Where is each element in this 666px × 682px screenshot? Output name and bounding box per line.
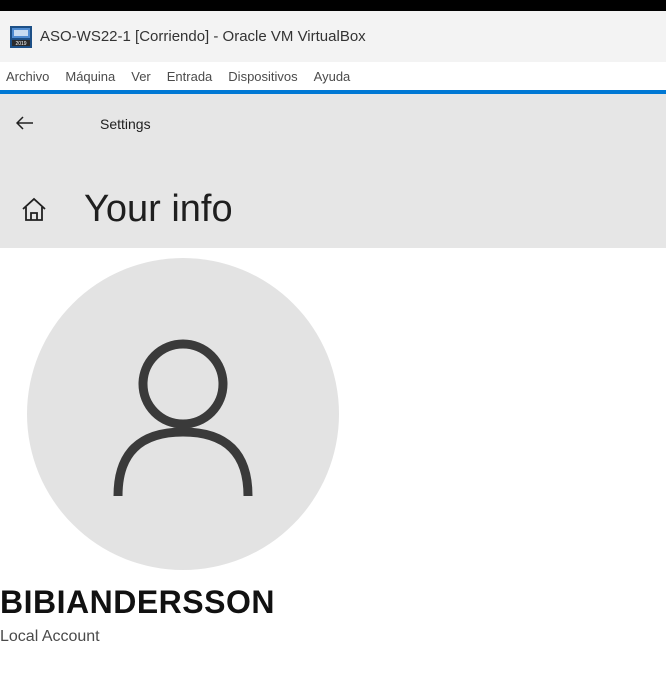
user-name: BIBIANDERSSON (0, 584, 275, 620)
home-icon[interactable] (20, 196, 48, 224)
menu-ayuda[interactable]: Ayuda (314, 69, 351, 84)
settings-app-label: Settings (100, 116, 151, 132)
person-icon (113, 339, 253, 497)
account-type: Local Account (0, 628, 100, 645)
window-titlebar[interactable]: 2019 ASO-WS22-1 [Corriendo] - Oracle VM … (0, 0, 666, 62)
menubar: Archivo Máquina Ver Entrada Dispositivos… (0, 62, 666, 90)
menu-ver[interactable]: Ver (131, 69, 151, 84)
settings-header: Settings Your info (0, 94, 666, 248)
menu-archivo[interactable]: Archivo (6, 69, 49, 84)
page-title: Your info (84, 188, 233, 230)
virtualbox-icon: 2019 (10, 25, 32, 48)
svg-text:2019: 2019 (15, 41, 26, 47)
window-title: ASO-WS22-1 [Corriendo] - Oracle VM Virtu… (40, 28, 366, 45)
back-button[interactable] (12, 110, 38, 136)
menu-maquina[interactable]: Máquina (65, 69, 115, 84)
menu-entrada[interactable]: Entrada (167, 69, 213, 84)
menu-dispositivos[interactable]: Dispositivos (228, 69, 297, 84)
avatar[interactable] (27, 258, 339, 570)
back-arrow-icon (16, 116, 33, 130)
